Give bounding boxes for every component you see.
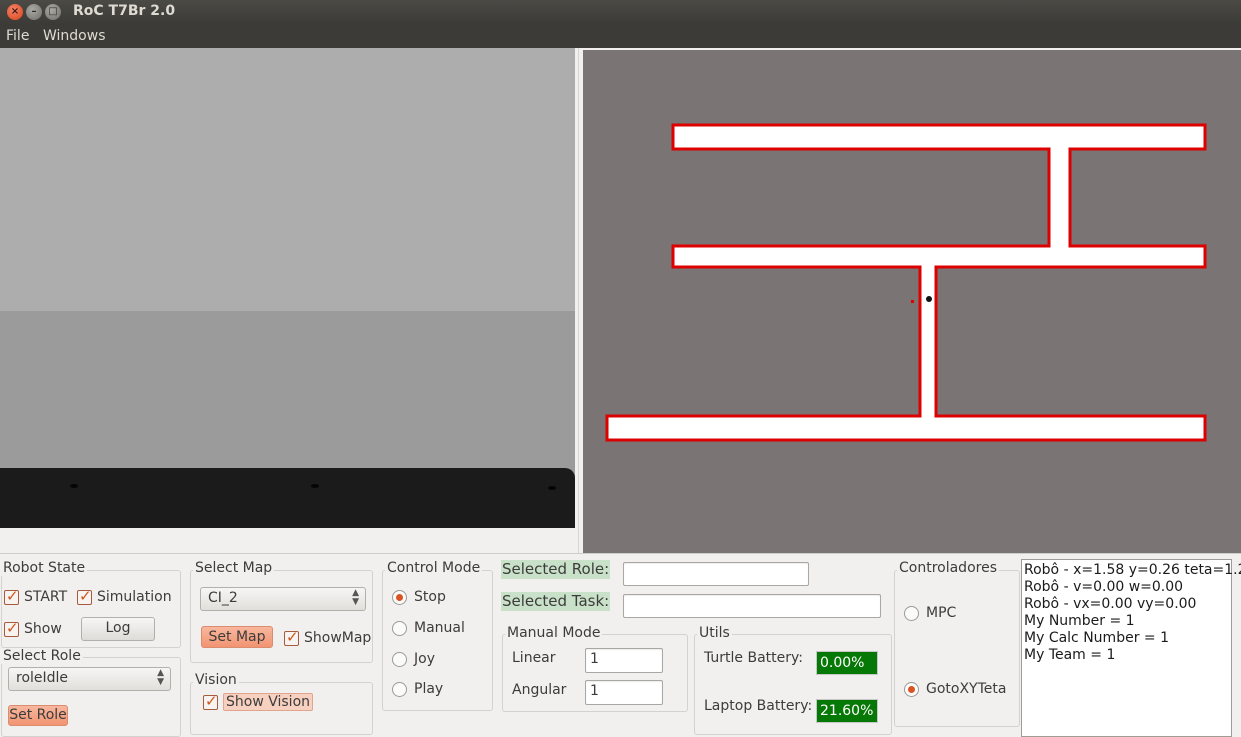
- laptop-battery-value: 21.60%: [816, 699, 878, 723]
- mode-stop-radio[interactable]: Stop: [392, 589, 446, 605]
- menu-bar: File Windows: [0, 25, 1241, 48]
- robot-marker: [926, 296, 932, 302]
- mode-play-radio[interactable]: Play: [392, 681, 443, 697]
- selected-task-label: Selected Task:: [501, 592, 611, 611]
- view-splitter[interactable]: [575, 48, 583, 553]
- selected-role-label: Selected Role:: [501, 560, 611, 579]
- checkbox-check-icon: [4, 619, 19, 637]
- log-button[interactable]: Log: [81, 617, 155, 641]
- angular-input[interactable]: 1: [585, 680, 663, 705]
- status-line: Robô - v=0.00 w=0.00: [1024, 579, 1184, 595]
- window-title: RoC T7Br 2.0: [73, 3, 176, 19]
- vision-title: Vision: [193, 672, 239, 688]
- map-walls: [605, 123, 1207, 442]
- map-select[interactable]: CI_2 ▲ ▼: [200, 587, 366, 611]
- linear-input[interactable]: 1: [585, 648, 663, 673]
- map-view[interactable]: [583, 50, 1241, 553]
- robot-screw: [311, 484, 319, 488]
- select-role-title: Select Role: [1, 648, 83, 664]
- set-role-button[interactable]: Set Role: [8, 705, 68, 726]
- simulation-checkbox[interactable]: Simulation: [77, 587, 172, 605]
- linear-label: Linear: [512, 650, 556, 666]
- menu-file[interactable]: File: [6, 28, 29, 44]
- control-mode-title: Control Mode: [385, 560, 483, 576]
- mode-manual-radio[interactable]: Manual: [392, 620, 465, 636]
- start-checkbox[interactable]: START: [4, 587, 67, 605]
- status-text-area[interactable]: Robô - x=1.58 y=0.26 teta=1.20 Robô - v=…: [1021, 559, 1241, 737]
- close-icon[interactable]: ×: [7, 4, 23, 20]
- controladores-title: Controladores: [897, 560, 999, 576]
- show-checkbox[interactable]: Show: [4, 619, 62, 637]
- status-line: Robô - x=1.58 y=0.26 teta=1.20: [1024, 562, 1241, 578]
- manual-mode-title: Manual Mode: [505, 625, 603, 641]
- mode-joy-radio[interactable]: Joy: [392, 651, 435, 667]
- checkbox-check-icon: [203, 692, 218, 710]
- status-line: My Number = 1: [1024, 613, 1135, 629]
- robot-state-title: Robot State: [1, 560, 88, 576]
- role-select[interactable]: roleIdle ▲ ▼: [8, 667, 171, 691]
- camera-view: [0, 48, 575, 528]
- select-map-title: Select Map: [193, 560, 275, 576]
- menu-windows[interactable]: Windows: [43, 28, 106, 44]
- angular-label: Angular: [512, 682, 567, 698]
- show-vision-checkbox[interactable]: Show Vision: [203, 692, 314, 711]
- controladores-group: [894, 570, 1020, 727]
- map-canvas: [605, 123, 1207, 442]
- maximize-icon[interactable]: □: [45, 4, 61, 20]
- status-line: My Calc Number = 1: [1024, 630, 1169, 646]
- title-bar: × – □ RoC T7Br 2.0: [0, 0, 1241, 25]
- checkbox-check-icon: [284, 628, 299, 646]
- showmap-checkbox[interactable]: ShowMap: [284, 628, 371, 646]
- utils-title: Utils: [697, 625, 732, 641]
- robot-screw: [70, 484, 78, 488]
- minimize-icon[interactable]: –: [26, 4, 42, 20]
- selected-task-field[interactable]: [623, 594, 881, 618]
- turtle-battery-label: Turtle Battery:: [704, 650, 804, 666]
- set-map-button[interactable]: Set Map: [201, 626, 273, 648]
- checkbox-check-icon: [4, 587, 19, 605]
- controller-mpc-radio[interactable]: MPC: [904, 605, 956, 621]
- robot-body: [0, 468, 575, 528]
- select-map-group: [190, 570, 373, 663]
- status-line: My Team = 1: [1024, 647, 1116, 663]
- turtle-battery-value: 0.00%: [816, 651, 878, 675]
- spin-arrows-icon: ▲ ▼: [157, 668, 164, 687]
- controller-gotoxyteta-radio[interactable]: GotoXYTeta: [904, 681, 1006, 697]
- checkbox-check-icon: [77, 587, 92, 605]
- laptop-battery-label: Laptop Battery:: [704, 698, 813, 714]
- map-target-marker: [911, 300, 914, 303]
- camera-wall: [0, 48, 575, 311]
- spin-arrows-icon: ▲ ▼: [352, 588, 359, 607]
- robot-screw: [548, 486, 556, 490]
- selected-role-field[interactable]: [623, 562, 809, 586]
- status-line: Robô - vx=0.00 vy=0.00: [1024, 596, 1197, 612]
